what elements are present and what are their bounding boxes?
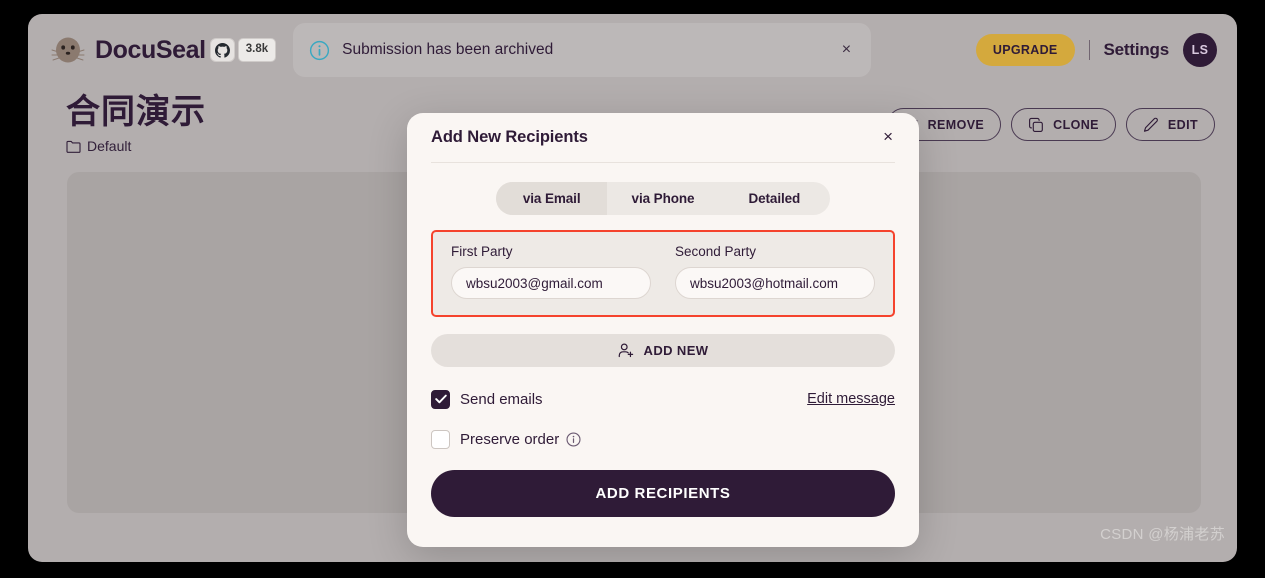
copy-icon bbox=[1029, 117, 1044, 132]
second-party-label: Second Party bbox=[675, 244, 757, 259]
breadcrumb-folder-name: Default bbox=[87, 138, 132, 155]
send-emails-checkbox[interactable] bbox=[431, 389, 450, 409]
tab-via-phone[interactable]: via Phone bbox=[607, 182, 718, 215]
preserve-order-row: Preserve order bbox=[431, 428, 895, 450]
preserve-order-label: Preserve order bbox=[460, 430, 560, 448]
notification-text: Submission has been archived bbox=[342, 41, 554, 58]
edit-button-label: EDIT bbox=[1167, 117, 1198, 132]
brand-name: DocuSeal bbox=[95, 35, 206, 64]
brand[interactable]: DocuSeal bbox=[50, 33, 206, 67]
user-plus-icon bbox=[618, 343, 633, 358]
modal-title: Add New Recipients bbox=[431, 128, 588, 146]
user-avatar[interactable]: LS bbox=[1183, 33, 1217, 67]
pencil-icon bbox=[1143, 117, 1158, 132]
header-divider bbox=[1088, 40, 1090, 60]
send-emails-row: Send emails Edit message bbox=[431, 388, 895, 410]
clone-button[interactable]: CLONE bbox=[1011, 108, 1116, 141]
clone-button-label: CLONE bbox=[1053, 117, 1099, 132]
seal-logo-icon bbox=[51, 37, 85, 63]
first-party-field: First Party bbox=[451, 244, 651, 315]
github-icon[interactable] bbox=[209, 38, 235, 62]
settings-link[interactable]: Settings bbox=[1104, 40, 1170, 60]
send-emails-label: Send emails bbox=[460, 390, 543, 408]
github-star-badge[interactable]: 3.8k bbox=[209, 38, 277, 62]
add-recipients-modal: Add New Recipients × via Email via Phone… bbox=[407, 113, 919, 547]
preserve-order-checkbox[interactable] bbox=[431, 429, 450, 449]
tab-via-email[interactable]: via Email bbox=[496, 182, 608, 215]
add-recipients-submit-button[interactable]: ADD RECIPIENTS bbox=[431, 470, 895, 517]
add-new-button[interactable]: ADD NEW bbox=[431, 334, 895, 367]
notification-close-icon[interactable]: × bbox=[838, 42, 855, 58]
edit-message-link[interactable]: Edit message bbox=[807, 391, 895, 407]
options-block: Send emails Edit message Preserve order bbox=[431, 388, 895, 450]
app-window: DocuSeal 3.8k Submission has been archiv… bbox=[28, 14, 1237, 562]
second-party-field: Second Party bbox=[675, 244, 875, 315]
check-icon bbox=[434, 394, 447, 404]
first-party-label: First Party bbox=[451, 244, 513, 259]
action-buttons: REMOVE CLONE EDIT bbox=[886, 108, 1215, 141]
remove-button-label: REMOVE bbox=[927, 117, 985, 132]
folder-icon bbox=[66, 140, 81, 153]
add-new-button-label: ADD NEW bbox=[643, 343, 709, 358]
github-star-count: 3.8k bbox=[237, 38, 277, 62]
recipient-mode-tabs: via Email via Phone Detailed bbox=[496, 182, 830, 215]
header-right-cluster: UPGRADE Settings LS bbox=[975, 33, 1217, 67]
parties-section: First Party Second Party bbox=[431, 230, 895, 317]
notification-banner: Submission has been archived × bbox=[293, 23, 872, 77]
upgrade-button[interactable]: UPGRADE bbox=[975, 34, 1075, 66]
edit-button[interactable]: EDIT bbox=[1125, 108, 1215, 141]
info-circle-icon bbox=[310, 40, 330, 60]
tab-detailed[interactable]: Detailed bbox=[719, 182, 830, 215]
github-mark-icon bbox=[214, 42, 230, 58]
modal-header: Add New Recipients × bbox=[431, 113, 895, 163]
first-party-input[interactable] bbox=[451, 267, 651, 299]
modal-close-icon[interactable]: × bbox=[875, 126, 895, 149]
second-party-input[interactable] bbox=[675, 267, 875, 299]
preserve-order-info-icon[interactable] bbox=[566, 431, 581, 447]
watermark: CSDN @杨浦老苏 bbox=[1100, 526, 1225, 543]
app-header: DocuSeal 3.8k Submission has been archiv… bbox=[28, 14, 1237, 86]
